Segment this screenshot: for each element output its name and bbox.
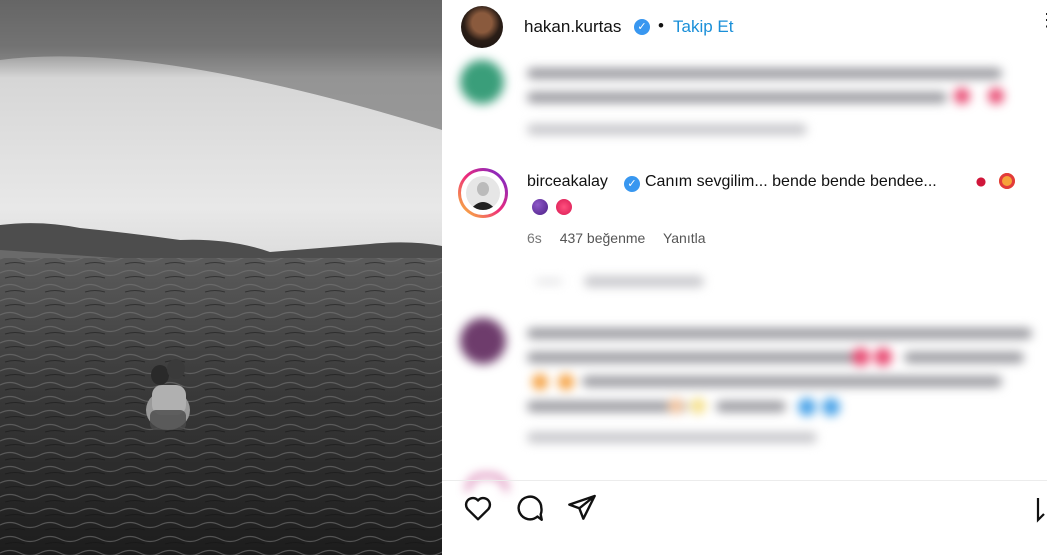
- heart-icon[interactable]: [462, 492, 494, 529]
- action-bar: [442, 492, 1047, 540]
- follow-button[interactable]: Takip Et: [673, 17, 733, 37]
- author-username[interactable]: hakan.kurtas: [524, 17, 621, 37]
- more-options-icon[interactable]: ⋮: [1038, 10, 1047, 31]
- send-icon[interactable]: [566, 492, 598, 529]
- rose-emoji-icon: [974, 174, 988, 190]
- heart-emoji-icon: [556, 199, 572, 215]
- commenter-avatar: [466, 176, 500, 210]
- verified-badge-icon: ✓: [624, 176, 640, 192]
- author-avatar[interactable]: [461, 6, 503, 48]
- bookmark-icon[interactable]: [1036, 492, 1047, 529]
- comment-meta: 6s 437 beğenme Yanıtla: [527, 230, 720, 246]
- comment-likes[interactable]: 437 beğenme: [560, 230, 646, 246]
- grapes-emoji-icon: [532, 199, 548, 215]
- face-emoji-icon: [999, 173, 1015, 189]
- verified-badge-icon: ✓: [634, 19, 650, 35]
- commenter-username[interactable]: birceakalay: [527, 173, 608, 191]
- comment-text: Canım sevgilim... bende bende bendee...: [645, 173, 937, 190]
- post-photo: [0, 0, 442, 555]
- separator-dot: •: [658, 16, 664, 35]
- comment-icon[interactable]: [514, 492, 546, 529]
- couple-silhouette: [146, 359, 190, 430]
- reply-button[interactable]: Yanıtla: [663, 230, 706, 246]
- comment-age: 6s: [527, 230, 542, 246]
- commenter-avatar-ring[interactable]: [458, 168, 508, 218]
- post-header: hakan.kurtas ✓ • Takip Et ⋮: [442, 0, 1047, 54]
- divider: [442, 480, 1047, 481]
- post-panel: hakan.kurtas ✓ • Takip Et ⋮ birceakalay …: [442, 0, 1047, 555]
